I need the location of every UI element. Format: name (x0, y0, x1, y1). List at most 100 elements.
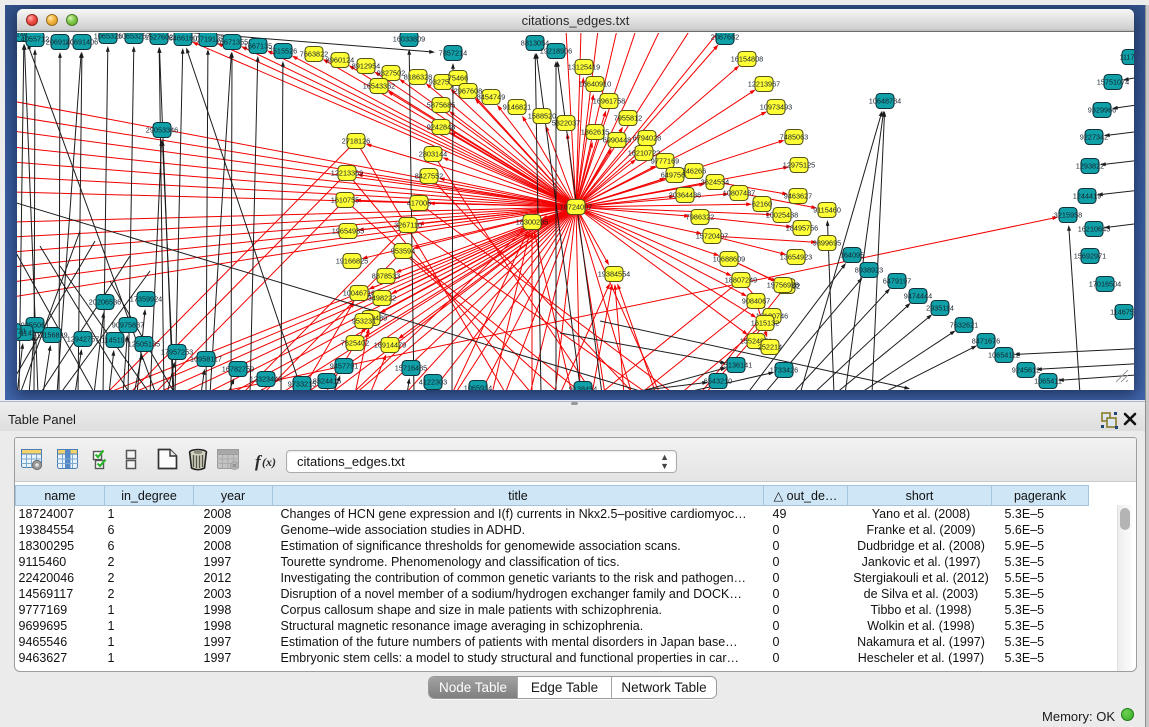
svg-text:9327502: 9327502 (377, 68, 405, 77)
svg-text:13654923: 13654923 (780, 252, 812, 261)
svg-text:252214: 252214 (758, 342, 782, 351)
svg-text:16543362: 16543362 (363, 81, 395, 90)
svg-text:12213967: 12213967 (748, 79, 780, 88)
svg-text:953594: 953594 (391, 246, 415, 255)
svg-text:12213369: 12213369 (331, 168, 363, 177)
svg-text:17016504: 17016504 (1089, 279, 1121, 288)
svg-text:3624554: 3624554 (701, 177, 729, 186)
svg-text:15751074: 15751074 (1097, 77, 1129, 86)
svg-text:746266: 746266 (682, 166, 706, 175)
svg-text:17359924: 17359924 (130, 294, 162, 303)
svg-text:5346721: 5346721 (17, 326, 26, 335)
svg-text:9474444: 9474444 (904, 291, 932, 300)
svg-text:16961758: 16961758 (593, 96, 625, 105)
svg-text:3267110: 3267110 (394, 220, 422, 229)
svg-text:111712: 111712 (1119, 52, 1134, 61)
svg-text:7485063: 7485063 (780, 132, 808, 141)
svg-text:7857214: 7857214 (439, 48, 467, 57)
svg-text:1615132: 1615132 (751, 318, 779, 327)
svg-text:(x): (x) (262, 455, 276, 469)
svg-text:19756928: 19756928 (767, 280, 799, 289)
svg-text:16033809: 16033809 (393, 34, 425, 43)
svg-text:15716485: 15716485 (395, 363, 427, 372)
svg-text:18495756: 18495756 (786, 223, 818, 232)
svg-text:1065411: 1065411 (1034, 376, 1062, 385)
svg-text:13125419: 13125419 (568, 62, 600, 71)
svg-text:1146753: 1146753 (1110, 307, 1134, 316)
svg-text:9463627: 9463627 (784, 191, 812, 200)
svg-text:12323446: 12323446 (250, 374, 282, 383)
svg-text:12975125: 12975125 (783, 160, 815, 169)
svg-text:9138454: 9138454 (569, 384, 597, 390)
svg-text:1065934: 1065934 (464, 383, 492, 390)
svg-text:10973493: 10973493 (760, 102, 792, 111)
svg-text:9457791: 9457791 (330, 361, 358, 370)
svg-text:9242848: 9242848 (427, 122, 455, 131)
svg-text:1610755: 1610755 (331, 195, 359, 204)
svg-text:90975887: 90975887 (112, 320, 144, 329)
svg-text:2087682: 2087682 (711, 33, 739, 41)
svg-text:19384554: 19384554 (598, 269, 630, 278)
svg-text:8454749: 8454749 (477, 92, 505, 101)
svg-text:20364436: 20364436 (669, 190, 701, 199)
svg-text:4122303: 4122303 (419, 377, 447, 386)
svg-text:18724007: 18724007 (560, 202, 592, 211)
svg-text:10688609: 10688609 (713, 254, 745, 263)
svg-text:1293822: 1293822 (1076, 161, 1104, 170)
svg-text:11156829: 11156829 (36, 330, 67, 339)
svg-text:417006: 417006 (407, 198, 431, 207)
svg-text:7986322: 7986322 (686, 212, 714, 221)
svg-text:75466: 75466 (448, 73, 468, 82)
svg-text:10648784: 10648784 (869, 96, 901, 105)
svg-text:18807249: 18807249 (725, 275, 757, 284)
svg-text:16210643: 16210643 (1078, 224, 1110, 233)
svg-text:7625402: 7625402 (341, 338, 369, 347)
svg-text:2803144: 2803144 (419, 149, 447, 158)
svg-text:6479197: 6479197 (883, 276, 911, 285)
svg-text:6794028: 6794028 (633, 133, 661, 142)
svg-text:8878533: 8878533 (372, 271, 400, 280)
svg-text:7663822: 7663822 (300, 49, 328, 58)
svg-text:9146821: 9146821 (503, 102, 531, 111)
svg-text:9329966: 9329966 (1088, 105, 1116, 114)
svg-text:9084067: 9084067 (742, 296, 770, 305)
svg-text:12505135: 12505135 (128, 339, 160, 348)
svg-text:18300295: 18300295 (516, 217, 548, 226)
svg-text:1244419: 1244419 (1073, 191, 1101, 200)
svg-text:5322037: 5322037 (552, 118, 580, 127)
svg-text:16782759: 16782759 (222, 364, 254, 373)
svg-text:16154808: 16154808 (731, 54, 763, 63)
svg-text:10654112: 10654112 (988, 350, 1020, 359)
svg-text:29053346: 29053346 (146, 125, 178, 134)
svg-text:20206536: 20206536 (89, 297, 121, 306)
svg-text:10025438: 10025438 (766, 210, 798, 219)
svg-text:19218906: 19218906 (540, 46, 572, 55)
svg-text:62160: 62160 (752, 199, 772, 208)
svg-text:15720407: 15720407 (696, 231, 728, 240)
svg-text:6543210: 6543210 (704, 376, 732, 385)
svg-text:9245612: 9245612 (1012, 365, 1040, 374)
svg-text:2935114: 2935114 (926, 303, 954, 312)
svg-text:15136141: 15136141 (720, 360, 752, 369)
svg-text:7515526: 7515526 (269, 46, 297, 55)
svg-text:9227342: 9227342 (1080, 132, 1108, 141)
svg-text:15692971: 15692971 (1074, 251, 1106, 260)
svg-text:9777169: 9777169 (651, 156, 679, 165)
svg-text:6990448: 6990448 (603, 135, 631, 144)
svg-text:9115460: 9115460 (813, 205, 841, 214)
svg-text:8471676: 8471676 (972, 336, 1000, 345)
svg-text:19166825: 19166825 (336, 256, 368, 265)
svg-text:10807487: 10807487 (723, 188, 755, 197)
svg-text:1145193: 1145193 (101, 335, 129, 344)
svg-text:19654985: 19654985 (332, 226, 364, 235)
svg-text:164095: 164095 (840, 250, 864, 259)
svg-text:1733426: 1733426 (770, 365, 798, 374)
svg-text:9899695: 9899695 (813, 238, 841, 247)
svg-text:17957253: 17957253 (161, 347, 193, 356)
svg-text:2718126: 2718126 (342, 136, 370, 145)
svg-text:16640910: 16640910 (579, 79, 611, 88)
svg-text:5875685: 5875685 (427, 100, 455, 109)
svg-text:8427552: 8427552 (415, 171, 443, 180)
svg-text:10958117: 10958117 (190, 354, 222, 363)
svg-text:16914479: 16914479 (374, 340, 406, 349)
